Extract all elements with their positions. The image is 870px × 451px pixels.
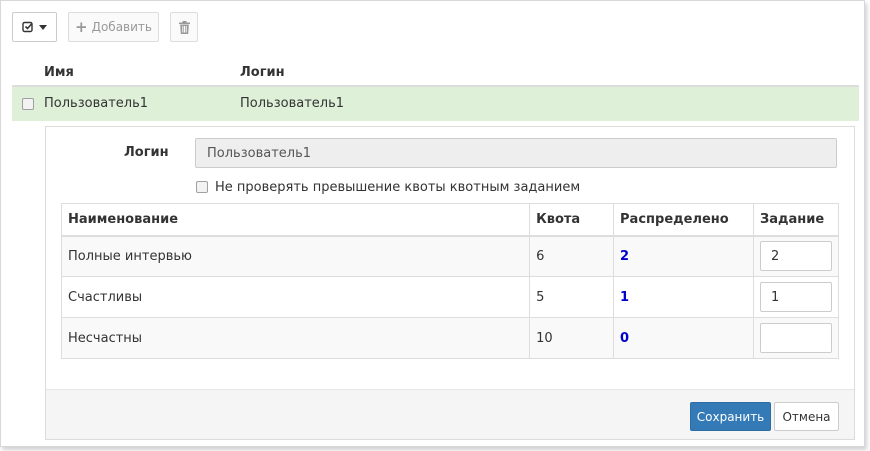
toolbar: + Добавить (12, 12, 198, 42)
quota-table: Наименование Квота Распределено Задание … (60, 203, 840, 359)
select-dropdown-button[interactable] (12, 12, 57, 42)
quota-value-cell: 10 (529, 317, 615, 359)
task-input[interactable] (759, 282, 832, 312)
column-header-name[interactable]: Имя (44, 65, 74, 80)
cancel-button[interactable]: Отмена (774, 402, 839, 431)
login-field[interactable] (195, 138, 837, 168)
quota-name-cell: Счастливы (60, 276, 531, 318)
user-detail-panel: Логин Не проверять превышение квоты квот… (45, 126, 855, 440)
add-button-label: Добавить (91, 20, 152, 34)
user-name-cell: Пользователь1 (44, 96, 149, 111)
quota-users-window: + Добавить Имя Логин Пользователь1 Польз (0, 0, 865, 447)
row-checkbox[interactable] (22, 98, 34, 110)
task-cell (752, 235, 840, 277)
caret-down-icon (39, 24, 47, 30)
add-button[interactable]: + Добавить (68, 12, 159, 42)
trash-icon (178, 20, 190, 34)
delete-button[interactable] (170, 12, 198, 42)
users-table-header: Имя Логин (12, 57, 859, 87)
quota-name-cell: Полные интервью (60, 235, 531, 277)
table-row: Несчастны 10 0 (60, 317, 840, 359)
panel-footer: Сохранить Отмена (46, 389, 854, 439)
user-login-cell: Пользователь1 (240, 96, 345, 111)
quota-value-cell: 6 (529, 235, 615, 277)
task-input[interactable] (759, 241, 832, 272)
table-row: Счастливы 5 1 (60, 276, 840, 318)
quota-value-cell: 5 (529, 276, 615, 318)
task-cell (752, 276, 840, 318)
distributed-cell: 0 (613, 317, 754, 359)
check-square-icon (22, 21, 36, 33)
task-input[interactable] (759, 323, 832, 353)
quota-table-header: Наименование Квота Распределено Задание (60, 203, 840, 237)
column-header-quota: Квота (529, 203, 615, 237)
distributed-cell: 2 (613, 235, 754, 277)
task-cell (752, 317, 840, 359)
login-label: Логин (124, 145, 169, 160)
skip-quota-checkbox[interactable] (196, 181, 208, 193)
column-header-distributed: Распределено (613, 203, 754, 237)
distributed-cell: 1 (613, 276, 754, 318)
column-header-login[interactable]: Логин (240, 65, 285, 80)
table-row: Полные интервью 6 2 (60, 235, 840, 277)
column-header-title: Наименование (60, 203, 531, 237)
skip-quota-label: Не проверять превышение квоты квотным за… (215, 180, 581, 195)
column-header-task: Задание (752, 203, 840, 237)
plus-icon: + (75, 17, 88, 36)
save-button[interactable]: Сохранить (690, 402, 771, 431)
table-row[interactable]: Пользователь1 Пользователь1 (12, 87, 859, 121)
quota-name-cell: Несчастны (60, 317, 531, 359)
